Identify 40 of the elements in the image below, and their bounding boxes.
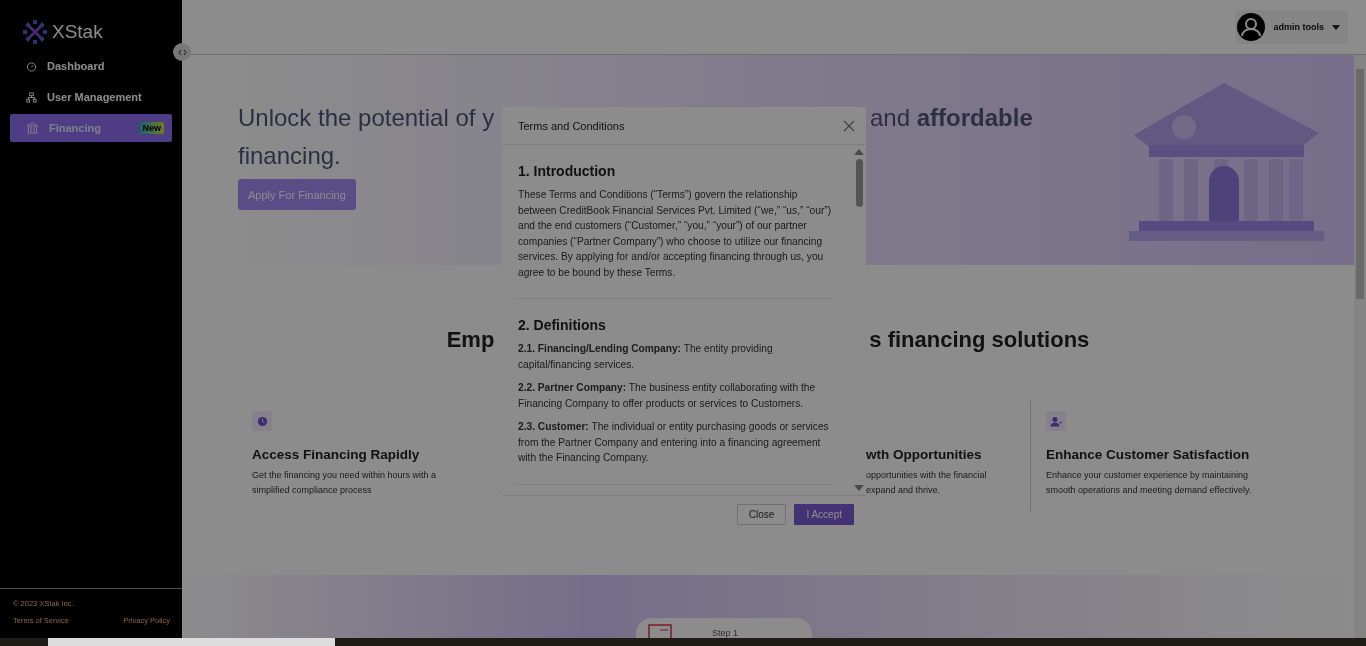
section-heading: 2. Definitions [518, 317, 607, 333]
brand-name: XStak [52, 21, 103, 43]
hero-heading: and affordable [870, 103, 1033, 133]
scroll-thumb[interactable] [1356, 69, 1364, 299]
feature-description: opportunities with the financial expand and thrive. [866, 469, 987, 497]
feature-title: Enhance Customer Satisfaction [1046, 447, 1250, 462]
sidebar-item[interactable]: User Management [10, 83, 172, 111]
section-heading: Emp [446, 327, 495, 353]
hero-heading: financing. [238, 141, 341, 171]
section-heading: s financing solutions [869, 327, 1090, 353]
logo-icon [22, 19, 48, 45]
feature-title: Access Financing Rapidly [252, 447, 420, 462]
new-badge: New [139, 122, 164, 134]
terms-paragraph: These Terms and Conditions (“Terms”) govern the relationship between CreditBook Financial Services Pvt. Limited (“we,” “us,” “our”) and the end customers (“Customer,” “you,” “your”) of our partner companies (“Partner Company”) who choose to utilize our financing services. By applying for and/or accepting financing through us, you agree to be bound by these Terms. [518, 188, 832, 280]
close-icon[interactable] [842, 118, 856, 133]
bank-icon [26, 122, 39, 134]
sidebar-item[interactable]: Dashboard [10, 52, 172, 80]
caret-icon [1332, 24, 1340, 30]
dialog-title: Terms and Conditions [518, 119, 625, 132]
user-menu-button[interactable]: admin tools [1235, 10, 1348, 44]
terms-paragraph: 2.1. Financing/Lending Company: The entity providing capital/financing services. [518, 342, 774, 372]
close-button[interactable]: Close [736, 504, 787, 525]
network-icon [26, 91, 37, 103]
feature-description: Enhance your customer experience by maintaining smooth operations and meeting demand effectively. [1046, 469, 1252, 497]
avatar-icon [1237, 13, 1266, 41]
scroll-up-icon[interactable] [854, 149, 864, 155]
scroll-thumb[interactable] [855, 159, 863, 207]
sidebar-item[interactable]: Financing New [10, 114, 172, 142]
code-arrows-icon [177, 48, 187, 56]
section-heading: 1. Introduction [518, 163, 617, 179]
step-label: Step 1 [712, 628, 739, 638]
terms-paragraph: 2.3. Customer: The individual or entity purchasing goods or services from the Partner Company and entering into a financing agreement with the Financing Company. [518, 420, 830, 465]
id-card-icon [648, 624, 672, 638]
gauge-icon [26, 60, 37, 72]
scrollbar[interactable] [1354, 55, 1366, 638]
feature-description: Get the financing you need within hours with a simplified compliance process [252, 469, 437, 497]
feature-title: wth Opportunities [866, 447, 982, 462]
terms-paragraph: 2.2. Partner Company: The business entity collaborating with the Financing Company to offer products or services to Customers. [518, 381, 817, 411]
hero-heading: Unlock the potential of y [238, 103, 495, 133]
scroll-down-icon[interactable] [854, 485, 864, 491]
